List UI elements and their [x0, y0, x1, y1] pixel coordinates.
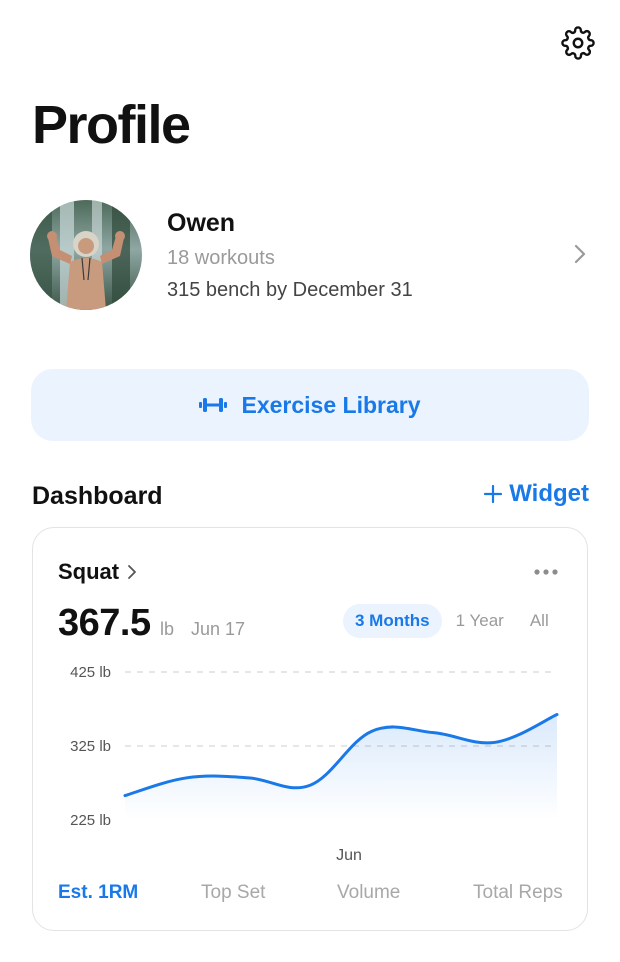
metric-unit: lb	[160, 619, 175, 639]
range-tab-3-months[interactable]: 3 Months	[343, 604, 442, 638]
range-tab-all[interactable]: All	[518, 604, 561, 638]
widget-exercise-link[interactable]: Squat	[58, 559, 137, 585]
range-tabs: 3 Months 1 Year All	[343, 604, 563, 638]
dumbbell-icon	[199, 398, 228, 412]
profile-name: Owen	[167, 209, 236, 237]
gear-icon	[561, 26, 595, 60]
chevron-right-icon	[573, 243, 587, 270]
plus-icon	[484, 484, 503, 504]
y-tick-label: 325 lb	[70, 738, 111, 755]
more-horizontal-icon	[534, 569, 558, 575]
profile-goal: 315 bench by December 31	[167, 279, 413, 301]
chart-area-fill	[125, 714, 557, 820]
squat-widget-card: Squat 367.5 lb Jun 17 3 Months 1 Year Al…	[32, 527, 588, 931]
metric-tab-top-set[interactable]: Top Set	[201, 882, 265, 904]
exercise-library-button[interactable]: Exercise Library	[31, 369, 589, 441]
settings-button[interactable]	[559, 24, 597, 62]
widget-exercise-name: Squat	[58, 559, 120, 584]
y-tick-label: 425 lb	[70, 664, 111, 681]
metric-value: 367.5	[58, 602, 151, 644]
add-widget-label: Widget	[509, 480, 589, 507]
workout-count: 18 workouts	[167, 247, 275, 269]
x-tick-label: Jun	[336, 847, 362, 864]
chevron-right-icon	[128, 565, 137, 579]
y-tick-label: 225 lb	[70, 812, 111, 829]
range-tab-1-year[interactable]: 1 Year	[444, 604, 516, 638]
metric-tab-total-reps[interactable]: Total Reps	[473, 882, 563, 904]
add-widget-button[interactable]: Widget	[483, 480, 589, 508]
metric-tab-volume[interactable]: Volume	[337, 882, 400, 904]
metric-tab-est-1rm[interactable]: Est. 1RM	[58, 882, 138, 904]
metric-date: Jun 17	[191, 619, 246, 639]
page-title: Profile	[32, 95, 191, 155]
squat-chart: 425 lb 325 lb 225 lb Jun	[70, 664, 559, 864]
dashboard-title: Dashboard	[32, 482, 163, 510]
profile-summary[interactable]: Owen 18 workouts 315 bench by December 3…	[30, 200, 595, 312]
avatar	[30, 200, 142, 310]
more-options-button[interactable]	[533, 563, 559, 581]
metric-tabs: Est. 1RM Top Set Volume Total Reps	[33, 882, 589, 912]
exercise-library-label: Exercise Library	[241, 391, 421, 418]
